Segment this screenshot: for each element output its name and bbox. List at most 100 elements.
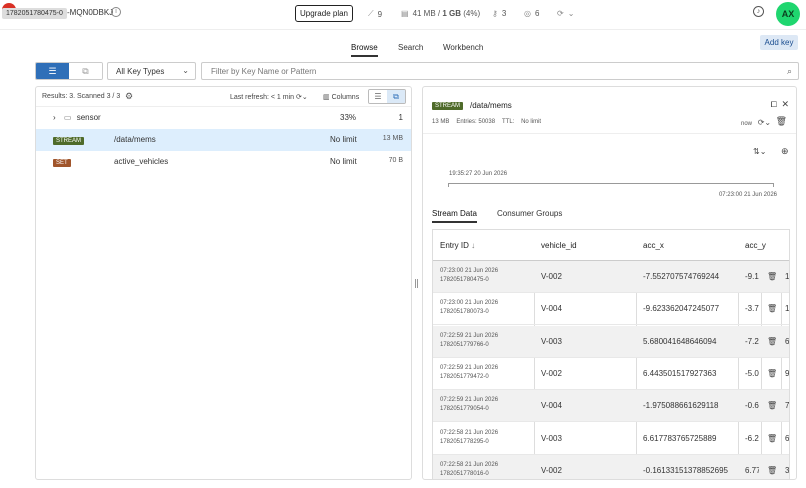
last-refresh-text: Last refresh: < 1 min (230, 94, 295, 101)
avatar[interactable]: AX (776, 2, 800, 26)
refresh-icon[interactable]: ⟳⌄ (296, 94, 308, 101)
chevron-down-icon: ⌄ (182, 66, 189, 75)
column-header-acc-y[interactable]: acc_y (745, 241, 766, 250)
delete-entry-icon[interactable]: 🗑 (767, 337, 777, 346)
keys-stat: ⚷ 3 (492, 9, 506, 18)
top-bar: 1782051780475-0 -MQN0DBKJ i Upgrade plan… (0, 0, 806, 30)
view-mode-toggle: ☰ ⧉ (35, 62, 103, 80)
tab-workbench[interactable]: Workbench (443, 43, 483, 52)
memory-stat: ▤ 41 MB / 1 GB (4%) (401, 9, 480, 18)
memory-percent: (4%) (461, 9, 481, 18)
gear-icon[interactable]: ⚙ (125, 91, 133, 102)
add-key-button[interactable]: Add key (760, 35, 798, 50)
fullscreen-icon[interactable]: ⧠ (771, 100, 777, 110)
acc-y-cell: -0.6 (745, 401, 759, 411)
overflow-cell: 9 (785, 368, 790, 378)
type-badge: STREAM (53, 137, 85, 145)
columns-button[interactable]: ▥ Columns (323, 93, 359, 101)
notification-icon[interactable]: ♪ (753, 6, 764, 17)
columns-label: Columns (331, 94, 360, 101)
table-row[interactable]: 07:23:00 21 Jun 2026 1782051780073-0 V-004… (433, 293, 790, 326)
search-icon[interactable]: ⌕ (787, 66, 792, 77)
tab-consumer-groups[interactable]: Consumer Groups (497, 209, 562, 218)
memory-total: 1 GB (442, 9, 462, 18)
memory-icon: ▤ (401, 9, 409, 18)
tab-stream-data[interactable]: Stream Data (432, 209, 477, 223)
vehicle-id-cell: V-002 (541, 368, 562, 378)
entry-time: 07:22:58 21 Jun 2026 (440, 429, 499, 436)
column-header-vehicle-id[interactable]: vehicle_id (541, 241, 577, 250)
delete-entry-icon[interactable]: 🗑 (767, 272, 777, 281)
sort-direction-icon[interactable]: ⇅⌄ (753, 147, 766, 156)
delete-entry-icon[interactable]: 🗑 (767, 369, 777, 378)
key-type-select[interactable]: All Key Types ⌄ (107, 62, 196, 80)
type-badge: SET (53, 159, 71, 167)
chevron-down-icon[interactable]: ⌄ (568, 9, 575, 18)
refresh-control[interactable]: now ⟳⌄ (741, 118, 771, 127)
tree-view-button[interactable]: ⧉ (69, 63, 102, 79)
upgrade-plan-button[interactable]: Upgrade plan (295, 5, 353, 22)
tooltip: 1782051780475-0 (2, 8, 67, 19)
key-detail-panel: STREAM /data/mems ⧠ ✕ 13 MB Entries: 500… (422, 86, 797, 480)
acc-y-cell: 6.77 (745, 465, 759, 475)
column-header-acc-x[interactable]: acc_x (643, 241, 664, 250)
list-item[interactable]: › ▭ sensor 33% 1 (36, 107, 411, 129)
list-item[interactable]: STREAM /data/mems No limit 13 MB (36, 129, 411, 151)
key-detail-header: STREAM /data/mems ⧠ ✕ 13 MB Entries: 500… (423, 87, 796, 134)
tree-view-icon[interactable]: ⧉ (387, 90, 405, 103)
table-row[interactable]: 07:22:59 21 Jun 2026 1782051779054-0 V-004… (433, 390, 789, 423)
vehicle-id-cell: V-003 (541, 433, 562, 443)
table-row[interactable]: 07:22:58 21 Jun 2026 1782051778016-0 V-002… (433, 454, 790, 479)
key-ttl: No limit (330, 135, 357, 144)
vehicle-id-cell: V-002 (541, 465, 562, 475)
memory-used: 41 MB / (412, 9, 443, 18)
range-filter[interactable]: 19:35:27 20 Jun 2026 07:23:00 21 Jun 202… (447, 171, 777, 198)
key-ttl: No limit (330, 157, 357, 166)
folder-name: sensor (76, 113, 101, 122)
range-start-handle[interactable] (448, 183, 449, 187)
sort-icon[interactable]: ↓ (471, 241, 475, 250)
key-size: 13 MB (382, 135, 403, 142)
detail-key-name[interactable]: /data/mems (470, 101, 512, 110)
filter-input[interactable] (201, 62, 799, 80)
add-entry-icon[interactable]: ⊕ (781, 146, 789, 157)
entry-time: 07:22:58 21 Jun 2026 (440, 461, 499, 468)
chevron-right-icon[interactable]: › (53, 113, 56, 122)
delete-entry-icon[interactable]: 🗑 (767, 304, 777, 313)
table-row[interactable]: 07:23:00 21 Jun 2026 1782051780475-0 V-002… (433, 261, 789, 293)
refresh-icon[interactable]: ⟳⌄ (758, 118, 771, 127)
delete-entry-icon[interactable]: 🗑 (767, 401, 777, 410)
column-header-entry-id[interactable]: Entry ID ↓ (440, 241, 475, 250)
last-refresh[interactable]: Last refresh: < 1 min ⟳⌄ (230, 93, 308, 101)
entry-id: 1782051778016-0 (440, 470, 489, 477)
ttl-label: TTL: (502, 119, 515, 125)
database-name[interactable]: -MQN0DBKJ (67, 8, 113, 17)
list-view-icon[interactable]: ☰ (369, 90, 387, 103)
entry-id: 1782051779766-0 (440, 341, 489, 348)
info-icon[interactable]: i (111, 7, 121, 17)
key-meta: 13 MB Entries: 50038 TTL: No limit (432, 119, 541, 125)
key-name: /data/mems (114, 135, 156, 144)
delete-key-icon[interactable]: 🗑 (776, 116, 787, 127)
acc-x-cell: 6.617783765725889 (643, 433, 717, 443)
table-row[interactable]: 07:22:59 21 Jun 2026 1782051779766-0 V-003… (433, 325, 789, 358)
range-end-handle[interactable] (773, 183, 774, 187)
auto-refresh-control[interactable]: ⟳ ⌄ (557, 9, 574, 18)
refresh-icon[interactable]: ⟳ (557, 9, 564, 18)
overflow-cell: 3 (785, 465, 790, 475)
resize-handle[interactable] (415, 279, 418, 288)
acc-x-cell: -9.623362047245077 (643, 304, 720, 314)
folder-icon: ▭ (63, 113, 72, 122)
entry-id: 1782051779054-0 (440, 406, 489, 413)
filter-view-button[interactable]: ☰ (36, 63, 69, 79)
delete-entry-icon[interactable]: 🗑 (767, 434, 777, 443)
list-item[interactable]: SET active_vehicles No limit 70 B (36, 151, 411, 173)
ttl-value[interactable]: No limit (521, 119, 541, 125)
table-row[interactable]: 07:22:58 21 Jun 2026 1782051778295-0 V-003… (433, 423, 789, 455)
tab-search[interactable]: Search (398, 43, 423, 52)
tab-browse[interactable]: Browse (351, 43, 378, 57)
overflow-cell: 1 (785, 304, 790, 314)
table-row[interactable]: 07:22:59 21 Jun 2026 1782051779472-0 V-002… (433, 358, 790, 390)
close-icon[interactable]: ✕ (781, 99, 789, 110)
delete-entry-icon[interactable]: 🗑 (767, 466, 777, 475)
